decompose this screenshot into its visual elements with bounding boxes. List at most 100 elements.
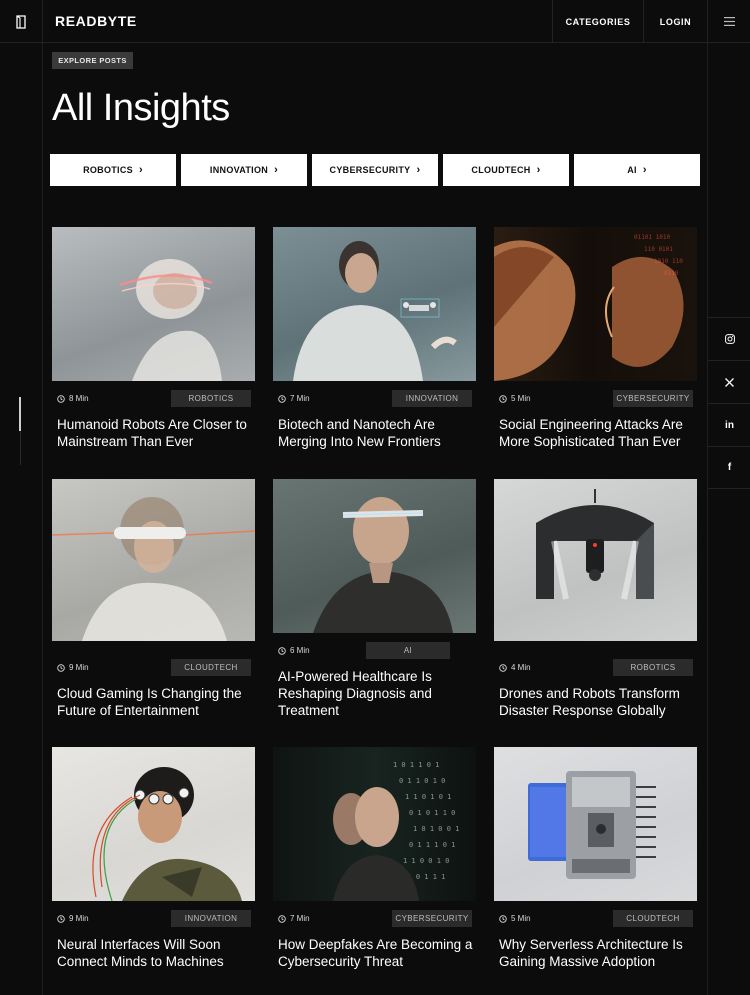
category-chip-robotics[interactable]: ROBOTICS › [50, 154, 176, 186]
x-icon [725, 377, 734, 387]
post-image[interactable] [494, 747, 697, 901]
post-image[interactable] [273, 479, 476, 633]
clock-icon [499, 394, 507, 403]
post-title[interactable]: Why Serverless Architecture Is Gaining M… [499, 936, 695, 970]
post-title[interactable]: Humanoid Robots Are Closer to Mainstream… [57, 416, 253, 450]
svg-text:01101 1010: 01101 1010 [634, 234, 671, 241]
category-tag[interactable]: INNOVATION [392, 390, 472, 407]
category-tag[interactable]: ROBOTICS [613, 659, 693, 676]
read-time-label: 9 Min [69, 914, 89, 923]
post-title[interactable]: Biotech and Nanotech Are Merging Into Ne… [278, 416, 474, 450]
read-time: 8 Min [57, 390, 89, 407]
post-image[interactable] [494, 479, 697, 641]
chevron-right-icon: › [416, 163, 421, 176]
logo[interactable] [0, 0, 43, 43]
svg-text:0 1 1 1 0 1: 0 1 1 1 0 1 [409, 841, 455, 849]
social-linkedin[interactable]: in [708, 403, 750, 446]
svg-text:1 1 0 1 0 1: 1 1 0 1 0 1 [405, 793, 451, 801]
svg-text:1010 110: 1010 110 [654, 258, 683, 265]
read-time: 7 Min [278, 390, 310, 407]
read-time-label: 8 Min [69, 394, 89, 403]
post-title[interactable]: Cloud Gaming Is Changing the Future of E… [57, 685, 253, 719]
read-time: 9 Min [57, 910, 89, 927]
book-icon [16, 14, 26, 29]
clock-icon [278, 914, 286, 923]
chip-label: ROBOTICS [83, 165, 133, 175]
clock-icon [499, 914, 507, 923]
category-tag[interactable]: CLOUDTECH [171, 659, 251, 676]
facebook-icon: f [727, 462, 732, 473]
category-chip-cloudtech[interactable]: CLOUDTECH › [443, 154, 569, 186]
read-time-label: 7 Min [290, 394, 310, 403]
nav-categories[interactable]: CATEGORIES [552, 0, 643, 43]
chip-label: CLOUDTECH [471, 165, 531, 175]
read-time-label: 9 Min [69, 663, 89, 672]
post-image[interactable]: 01101 1010 110 0101 1010 110 0110 [494, 227, 697, 381]
category-tag[interactable]: CLOUDTECH [613, 910, 693, 927]
clock-icon [57, 914, 65, 923]
post-image[interactable]: 1 0 1 1 0 1 0 1 1 0 1 0 1 1 0 1 0 1 0 1 0 … [273, 747, 476, 901]
category-tag[interactable]: ROBOTICS [171, 390, 251, 407]
category-tag[interactable]: CYBERSECURITY [392, 910, 472, 927]
post-title[interactable]: AI-Powered Healthcare Is Reshaping Diagn… [278, 668, 474, 719]
clock-icon [57, 663, 65, 672]
svg-text:0 1 1 0 1 0: 0 1 1 0 1 0 [399, 777, 445, 785]
read-time: 7 Min [278, 910, 310, 927]
post-title[interactable]: Neural Interfaces Will Soon Connect Mind… [57, 936, 253, 970]
category-tag[interactable]: INNOVATION [171, 910, 251, 927]
explore-posts-button[interactable]: EXPLORE POSTS [52, 52, 133, 69]
post-title[interactable]: Social Engineering Attacks Are More Soph… [499, 416, 695, 450]
read-time: 6 Min [278, 642, 310, 659]
clock-icon [499, 663, 507, 672]
hamburger-icon [723, 17, 735, 26]
chevron-right-icon: › [274, 163, 279, 176]
category-tag[interactable]: AI [366, 642, 450, 659]
svg-text:1 1 0 0 1 0: 1 1 0 0 1 0 [403, 857, 449, 865]
post-image[interactable] [273, 227, 476, 381]
post-title[interactable]: How Deepfakes Are Becoming a Cybersecuri… [278, 936, 474, 970]
read-time: 9 Min [57, 659, 89, 676]
read-time: 4 Min [499, 659, 531, 676]
left-rail [0, 43, 43, 995]
svg-text:0110: 0110 [664, 270, 679, 277]
read-time-label: 5 Min [511, 914, 531, 923]
svg-text:0 1 0 1 1 0: 0 1 0 1 1 0 [409, 809, 455, 817]
read-time-label: 4 Min [511, 663, 531, 672]
nav-login[interactable]: LOGIN [643, 0, 707, 43]
svg-text:1 0 1 1 0 1: 1 0 1 1 0 1 [393, 761, 439, 769]
chip-label: CYBERSECURITY [329, 165, 411, 175]
read-time-label: 7 Min [290, 914, 310, 923]
category-chip-innovation[interactable]: INNOVATION › [181, 154, 307, 186]
chevron-right-icon: › [138, 163, 143, 176]
chevron-right-icon: › [642, 163, 647, 176]
category-chip-cybersecurity[interactable]: CYBERSECURITY › [312, 154, 438, 186]
read-time-label: 5 Min [511, 394, 531, 403]
category-tag[interactable]: CYBERSECURITY [613, 390, 693, 407]
post-image[interactable] [52, 479, 255, 641]
read-time: 5 Min [499, 390, 531, 407]
linkedin-icon: in [725, 419, 734, 431]
chip-label: AI [627, 165, 637, 175]
post-title[interactable]: Drones and Robots Transform Disaster Res… [499, 685, 695, 719]
social-x[interactable] [708, 360, 750, 403]
page-title: All Insights [52, 87, 230, 129]
read-time-label: 6 Min [290, 646, 310, 655]
post-image[interactable] [52, 747, 255, 901]
scroll-thumb[interactable] [19, 397, 21, 431]
clock-icon [278, 394, 286, 403]
svg-text:110 0101: 110 0101 [644, 246, 673, 253]
clock-icon [278, 646, 286, 655]
brand-name[interactable]: READBYTE [55, 0, 137, 43]
top-nav: CATEGORIES LOGIN [552, 0, 750, 43]
instagram-icon [724, 334, 735, 344]
post-image[interactable] [52, 227, 255, 381]
chevron-right-icon: › [536, 163, 541, 176]
category-chip-ai[interactable]: AI › [574, 154, 700, 186]
menu-button[interactable] [707, 0, 750, 43]
read-time: 5 Min [499, 910, 531, 927]
clock-icon [57, 394, 65, 403]
right-rail: in f [707, 43, 750, 995]
social-facebook[interactable]: f [708, 446, 750, 489]
social-instagram[interactable] [708, 317, 750, 360]
svg-text:1 0 1 0 0 1: 1 0 1 0 0 1 [413, 825, 459, 833]
